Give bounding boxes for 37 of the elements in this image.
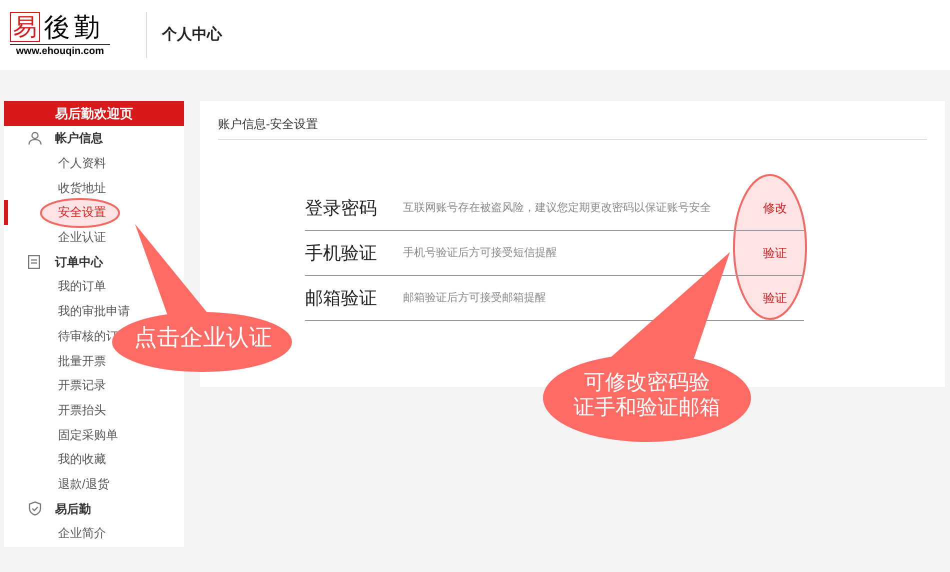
action-button[interactable]: 修改 <box>750 199 800 217</box>
nav-item[interactable]: 我的审批申请 <box>58 302 130 320</box>
selection-bar <box>4 200 8 225</box>
page-title: 个人中心 <box>162 24 222 45</box>
setting-description: 邮箱验证后方可接受邮箱提醒 <box>403 290 547 306</box>
nav-item[interactable]: 固定采购单 <box>58 426 118 444</box>
document-icon <box>28 254 40 269</box>
setting-title: 登录密码 <box>305 196 378 220</box>
nav-item[interactable]: 收货地址 <box>58 178 106 197</box>
setting-title: 邮箱验证 <box>305 286 378 310</box>
nav-group-title[interactable]: 帐户信息 <box>55 129 103 148</box>
setting-description: 互联网账号存在被盗风险，建议您定期更改密码以保证账号安全 <box>403 200 712 216</box>
nav-item[interactable]: 批量开票 <box>58 352 106 370</box>
nav-item[interactable]: 开票抬头 <box>58 400 106 419</box>
setting-description: 手机号验证后方可接受短信提醒 <box>403 246 558 261</box>
callout-text: 证手和验证邮箱 <box>572 395 722 420</box>
user-icon <box>28 131 42 146</box>
logo-name: 後勤 <box>44 14 104 42</box>
action-button[interactable]: 验证 <box>750 244 800 262</box>
nav-item[interactable]: 退款/退货 <box>58 474 110 493</box>
welcome-bar[interactable]: 易后勤欢迎页 <box>4 101 184 126</box>
callout-text: 可修改密码验 <box>583 370 711 395</box>
nav-item[interactable]: 个人资料 <box>58 154 106 172</box>
setting-title: 手机验证 <box>305 242 378 264</box>
logo-mark: 易 <box>10 12 40 42</box>
nav-group-title[interactable]: 订单中心 <box>55 252 103 271</box>
logo-url: www.ehouqin.com <box>16 45 104 58</box>
nav-item[interactable]: 企业认证 <box>58 228 106 246</box>
nav-group-title[interactable]: 易后勤 <box>55 500 91 518</box>
nav-item[interactable]: 我的订单 <box>58 277 106 296</box>
nav-item[interactable]: 企业简介 <box>58 524 106 542</box>
callout-text: 点击企业认证 <box>133 323 273 351</box>
shield-icon <box>28 501 42 516</box>
action-button[interactable]: 验证 <box>750 289 800 307</box>
nav-item[interactable]: 我的收藏 <box>58 450 106 468</box>
breadcrumb: 账户信息-安全设置 <box>218 101 927 140</box>
nav-item[interactable]: 开票记录 <box>58 376 106 394</box>
